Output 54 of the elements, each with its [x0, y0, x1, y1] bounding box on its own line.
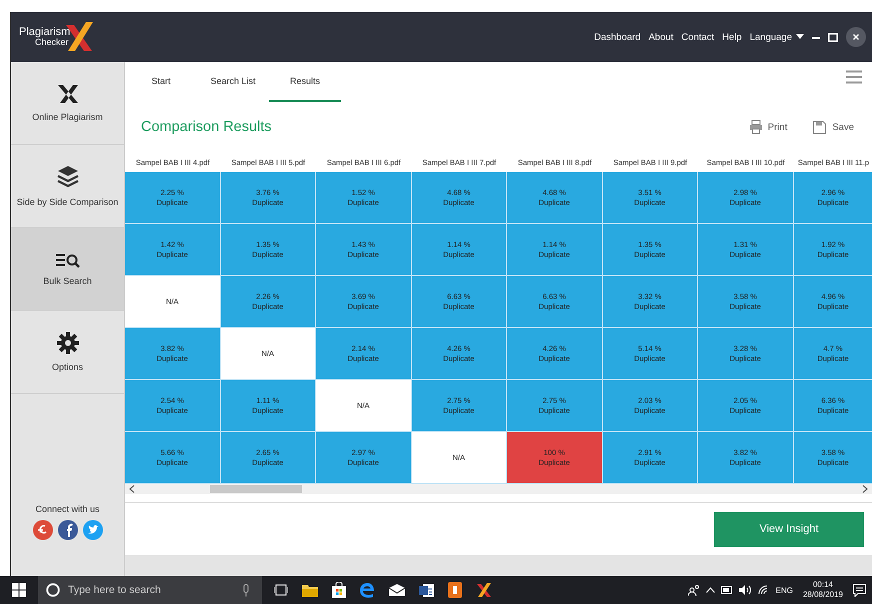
layers-icon [56, 165, 78, 189]
horizontal-scrollbar[interactable] [125, 484, 872, 494]
action-button[interactable]: Print [748, 118, 790, 136]
x-logo-icon[interactable] [476, 582, 492, 598]
microphone-icon[interactable] [242, 584, 250, 596]
x-icon [56, 84, 78, 104]
view-insight-button[interactable]: View Insight [714, 512, 864, 546]
scroll-right-icon[interactable] [862, 485, 868, 493]
scroll-left-icon[interactable] [129, 485, 135, 493]
tab[interactable]: Search List [197, 62, 269, 102]
caret-icon [796, 34, 804, 40]
circle-icon [46, 583, 60, 597]
printer-icon [750, 120, 762, 134]
speaker-icon[interactable] [738, 585, 752, 595]
windows-start-icon[interactable] [12, 583, 26, 597]
nav-link[interactable]: Help [722, 32, 742, 42]
language-indicator[interactable]: ENG [776, 586, 793, 594]
nav-link[interactable]: Dashboard [594, 32, 641, 42]
close-icon[interactable] [846, 27, 866, 47]
sidebar-item[interactable]: Options [11, 311, 124, 394]
clock-date: 28/08/2019 [802, 590, 843, 600]
scrollbar-thumb[interactable] [210, 485, 302, 493]
clock-time: 00:14 [812, 580, 833, 590]
gear-icon [56, 332, 78, 354]
logo-text: Plagiarism Checker [19, 26, 70, 48]
taskbar-search-bar[interactable]: Type here to search [38, 576, 262, 604]
battery-icon[interactable] [720, 586, 733, 594]
search-field[interactable]: Type here to search [66, 583, 236, 597]
notification-icon[interactable] [853, 584, 866, 596]
e-browser-icon[interactable] [360, 582, 375, 598]
shopping-bag-icon[interactable] [332, 582, 346, 598]
chevron-up-icon[interactable] [706, 587, 715, 593]
page-title: Comparison Results [141, 119, 272, 135]
envelope-icon[interactable] [389, 584, 405, 596]
wifi-icon[interactable] [758, 585, 770, 595]
task-view-icon[interactable] [274, 584, 288, 596]
bird-icon[interactable] [82, 520, 102, 540]
list-search-icon [54, 252, 80, 268]
document-icon[interactable] [419, 582, 434, 598]
f-icon[interactable] [58, 520, 78, 540]
maximize-icon[interactable] [828, 32, 838, 42]
app-icon[interactable] [448, 582, 462, 598]
tab[interactable]: Start [125, 62, 197, 102]
sidebar-item[interactable]: Bulk Search [11, 228, 124, 311]
language-dropdown[interactable]: Language [750, 32, 804, 42]
action-button[interactable]: Save [811, 118, 856, 136]
nav-link[interactable]: About [648, 32, 674, 42]
folder-icon[interactable] [302, 584, 318, 596]
connect-label: Connect with us [35, 504, 100, 514]
sidebar-item[interactable]: Online Plagiarism [11, 62, 124, 145]
people-icon[interactable] [688, 584, 700, 596]
menu-icon[interactable] [846, 70, 862, 84]
nav-link[interactable]: Contact [681, 32, 714, 42]
tab[interactable]: Results [269, 62, 341, 102]
